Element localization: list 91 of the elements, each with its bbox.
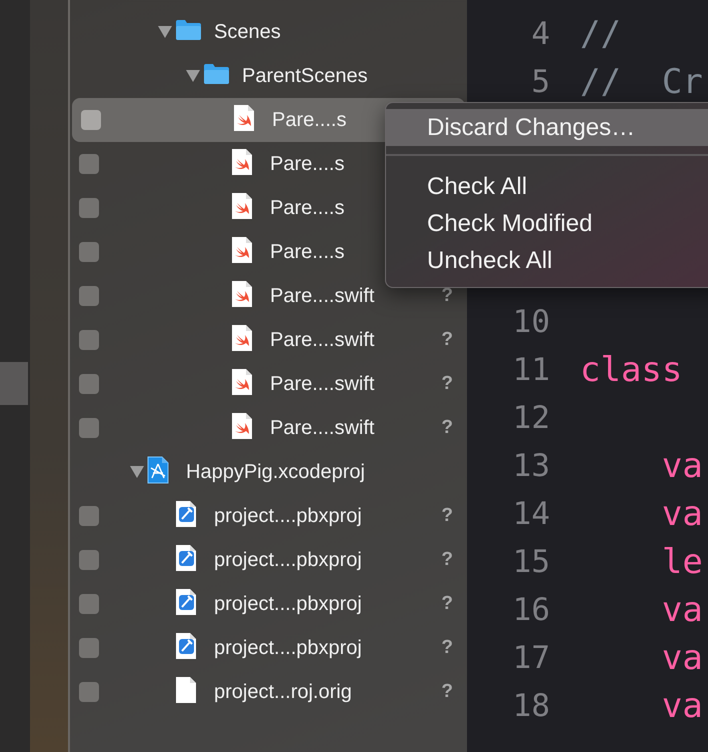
disclosure-triangle-icon[interactable] — [185, 69, 201, 83]
file-name: Scenes — [214, 20, 281, 44]
checkbox[interactable] — [79, 682, 99, 702]
line-number: 11 — [512, 352, 550, 388]
file-row[interactable]: project...roj.orig ? — [70, 670, 467, 714]
keyword: va — [660, 446, 703, 486]
file-row[interactable]: Pare....swift ? — [70, 318, 467, 362]
line-number: 10 — [512, 304, 550, 340]
checkbox[interactable] — [81, 110, 101, 130]
file-name: project....pbxproj — [214, 592, 362, 616]
folder-icon — [175, 18, 202, 40]
line-number: 17 — [512, 640, 550, 676]
checkbox[interactable] — [79, 638, 99, 658]
file-name: HappyPig.xcodeproj — [186, 460, 365, 484]
file-name: Pare....s — [270, 240, 344, 264]
file-name: Pare....swift — [270, 328, 374, 352]
line-number: 4 — [530, 16, 550, 52]
status-label: ? — [441, 285, 453, 307]
checkbox[interactable] — [79, 198, 99, 218]
file-row[interactable]: project....pbxproj ? — [70, 626, 467, 670]
checkbox[interactable] — [79, 418, 99, 438]
swift-file-icon — [231, 280, 253, 308]
swift-file-icon — [231, 148, 253, 176]
file-name: Pare....s — [270, 196, 344, 220]
file-name: project....pbxproj — [214, 504, 362, 528]
hammer-document-icon — [175, 500, 197, 528]
checkbox[interactable] — [79, 374, 99, 394]
file-name: Pare....swift — [270, 372, 374, 396]
status-label: ? — [441, 373, 453, 395]
line-number: 12 — [512, 400, 550, 436]
folder-icon — [203, 62, 230, 84]
status-label: ? — [441, 417, 453, 439]
status-label: ? — [441, 549, 453, 571]
file-row[interactable]: Pare....swift ? — [70, 406, 467, 450]
file-name: project....pbxproj — [214, 548, 362, 572]
swift-file-icon — [231, 412, 253, 440]
file-row[interactable]: Pare....swift ? — [70, 362, 467, 406]
keyword: va — [660, 494, 703, 534]
checkbox[interactable] — [79, 242, 99, 262]
checkbox[interactable] — [79, 286, 99, 306]
comment: // Cr — [580, 62, 703, 102]
file-name: project....pbxproj — [214, 636, 362, 660]
line-number: 16 — [512, 592, 550, 628]
file-row[interactable]: HappyPig.xcodeproj — [70, 450, 467, 494]
file-row[interactable]: ParentScenes — [70, 54, 467, 98]
line-number: 14 — [512, 496, 550, 532]
swift-file-icon — [231, 236, 253, 264]
file-row[interactable]: project....pbxproj ? — [70, 494, 467, 538]
status-label: ? — [441, 681, 453, 703]
swift-file-icon — [233, 104, 255, 132]
swift-file-icon — [231, 324, 253, 352]
status-label: ? — [441, 593, 453, 615]
keyword: le — [660, 542, 703, 582]
status-label: ? — [441, 329, 453, 351]
checkbox[interactable] — [79, 594, 99, 614]
comment: // — [580, 14, 621, 54]
file-name: Pare....s — [270, 152, 344, 176]
file-name: ParentScenes — [242, 64, 368, 88]
file-name: project...roj.orig — [214, 680, 352, 704]
file-row[interactable]: Scenes — [70, 10, 467, 54]
swift-file-icon — [231, 368, 253, 396]
checkbox[interactable] — [79, 550, 99, 570]
hammer-document-icon — [175, 588, 197, 616]
disclosure-triangle-icon[interactable] — [129, 465, 145, 479]
checkbox[interactable] — [79, 506, 99, 526]
menu-item[interactable]: Check All — [386, 168, 708, 205]
menu-item[interactable]: Discard Changes… — [386, 109, 708, 146]
file-row[interactable]: project....pbxproj ? — [70, 538, 467, 582]
swift-file-icon — [231, 192, 253, 220]
file-name: Pare....swift — [270, 416, 374, 440]
file-name: Pare....swift — [270, 284, 374, 308]
disclosure-triangle-icon[interactable] — [157, 25, 173, 39]
keyword: va — [660, 638, 703, 678]
file-name: Pare....s — [272, 108, 346, 132]
file-row[interactable]: project....pbxproj ? — [70, 582, 467, 626]
hammer-document-icon — [175, 632, 197, 660]
keyword: va — [660, 590, 703, 630]
status-label: ? — [441, 637, 453, 659]
keyword: va — [660, 686, 703, 726]
line-number: 18 — [512, 688, 550, 724]
project-file-icon — [147, 456, 169, 484]
checkbox[interactable] — [79, 330, 99, 350]
line-number: 15 — [512, 544, 550, 580]
line-number: 13 — [512, 448, 550, 484]
hammer-document-icon — [175, 544, 197, 572]
document-icon — [175, 676, 197, 704]
checkbox[interactable] — [79, 154, 99, 174]
keyword: class — [580, 350, 682, 390]
line-number: 5 — [530, 64, 550, 100]
menu-item[interactable]: Check Modified — [386, 205, 708, 242]
status-label: ? — [441, 505, 453, 527]
